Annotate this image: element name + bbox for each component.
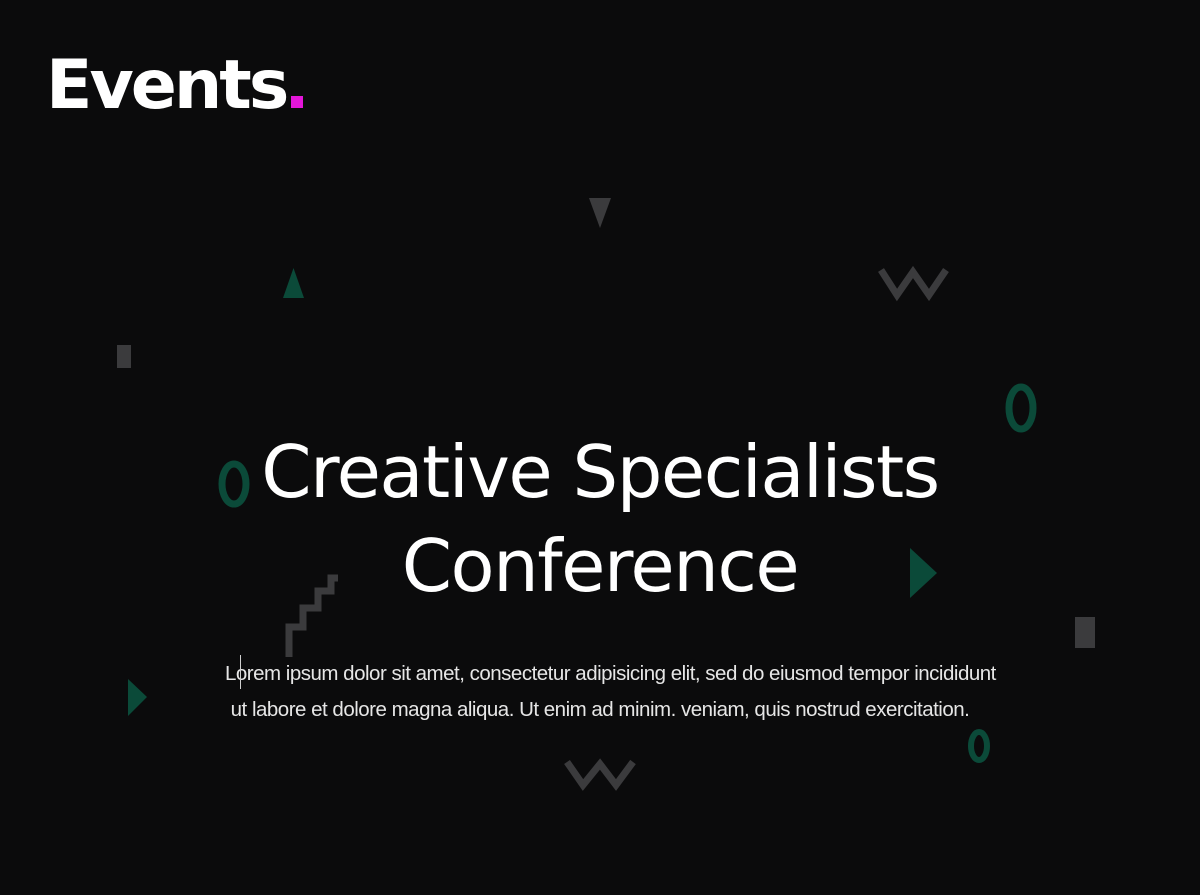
green-ring-icon-bottom (968, 729, 990, 763)
green-play-triangle-icon-left (128, 679, 147, 716)
hero-description-line-2: ut labore et dolore magna aliqua. Ut eni… (230, 698, 970, 721)
hero-description-line-1: Lorem ipsum dolor sit amet, consectetur … (225, 662, 996, 685)
gray-zigzag-icon-bottom (564, 758, 636, 791)
hero-title: Creative Specialists Conference (0, 425, 1200, 613)
green-ring-icon-right (1005, 383, 1037, 433)
gray-square-icon-left (117, 345, 131, 368)
text-caret (240, 655, 241, 689)
page: Events Creative Specialists Conference L… (0, 0, 1200, 895)
hero-title-line-2: Conference (401, 524, 800, 608)
gray-down-triangle-icon (589, 198, 611, 228)
hero-title-line-1: Creative Specialists (261, 430, 940, 514)
gray-zigzag-icon-top (878, 265, 949, 302)
gray-square-icon-right (1075, 617, 1095, 648)
hero-description: Lorem ipsum dolor sit amet, consectetur … (225, 656, 996, 728)
green-up-triangle-icon (283, 268, 304, 298)
